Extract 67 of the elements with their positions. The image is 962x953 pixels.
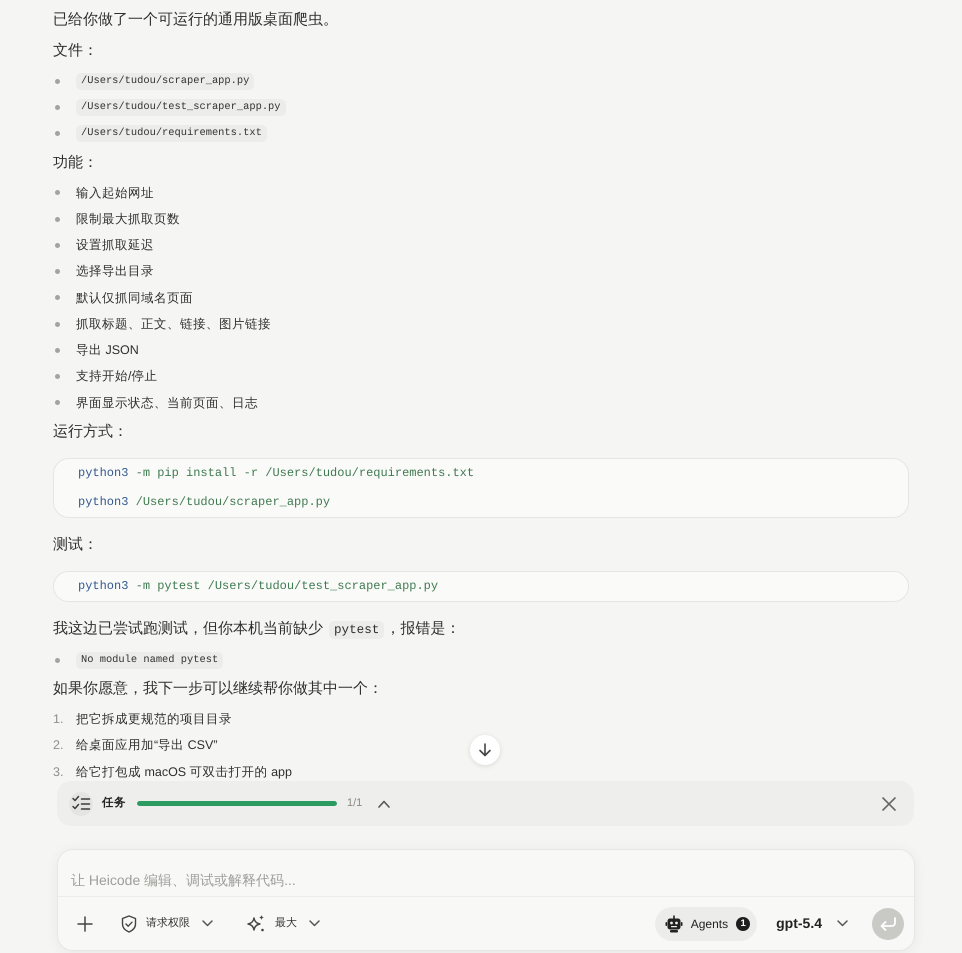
sparkle-icon [246,914,266,934]
bullet-icon [55,104,60,110]
bullet-icon [55,190,60,196]
count-badge: 1 [736,916,750,930]
arrow-down-icon [477,742,493,758]
list-item-text: 把它拆成更规范的项目目录 [76,711,232,728]
toolbar-dropdown[interactable]: 最大 [240,910,326,938]
inline-code: /Users/tudou/test_scraper_app.py [76,98,286,116]
bullet-icon [55,242,60,248]
plus-icon [77,916,93,932]
inline-code: No module named pytest [76,652,224,669]
message-paragraph: 已给你做了一个可运行的通用版桌面爬虫。 [53,10,339,30]
bullet-icon [55,216,60,222]
checklist-icon [69,792,93,816]
list-item-text: 设置抓取延迟 [76,237,154,254]
message-paragraph: 文件： [53,41,99,61]
bullet-icon [55,131,60,136]
inline-code: /Users/tudou/scraper_app.py [76,72,254,90]
message-input[interactable]: 让 Heicode 编辑、调试或解释代码... [58,850,914,897]
list-number: 3. [53,764,64,780]
bullet-icon [55,348,60,353]
list-item-text: 限制最大抓取页数 [76,210,180,228]
list-item-text: 导出 JSON [76,342,139,359]
bullet-icon [55,322,60,327]
message-paragraph: 如果你愿意，我下一步可以继续帮你做其中一个： [53,679,384,700]
robot-icon [664,914,683,932]
message-composer[interactable]: 让 Heicode 编辑、调试或解释代码... 请求权限 最大 Agents 1 gpt-5.4 [57,849,915,951]
bullet-icon [55,374,60,380]
list-item-text: 支持开始/停止 [76,368,158,386]
list-item-text: 输入起始网址 [76,184,154,202]
inline-code: /Users/tudou/requirements.txt [76,125,267,142]
scroll-down-button[interactable] [470,735,500,765]
bullet-icon [55,400,60,406]
close-button[interactable] [882,796,896,810]
code-line: python3 /Users/tudou/scraper_app.py [78,494,332,511]
list-number: 1. [53,711,64,728]
message-paragraph: 测试： [53,535,99,555]
list-item-text: 选择导出目录 [76,263,154,280]
list-item-text: 给桌面应用加“导出 CSV” [76,737,218,754]
bullet-icon [55,78,60,84]
list-item-text: 给它打包成 macOS 可双击打开的 app [76,764,292,781]
bullet-icon [55,269,60,274]
bullet-icon [55,658,60,663]
list-number: 2. [53,737,64,754]
list-item-text: 抓取标题、正文、链接、图片链接 [76,316,271,333]
agents-button[interactable]: Agents 1 [654,906,758,940]
message-paragraph: 我这边已尝试跑测试，但你本机当前缺少 pytest ，报错是： [53,619,462,640]
message-paragraph: 功能： [53,152,99,173]
code-line: python3 -m pytest /Users/tudou/test_scraper_app.py [78,578,440,595]
list-item-text: 界面显示状态、当前页面、日志 [76,394,258,412]
return-icon [879,916,897,930]
chevron-down-icon [309,920,320,927]
model-selector[interactable]: gpt-5.4 [776,909,848,938]
chevron-down-icon [837,920,848,927]
code-line: python3 -m pip install -r /Users/tudou/requirements.txt [78,465,476,482]
chevron-down-icon [202,920,213,927]
task-label: 任务 [102,796,126,811]
message-paragraph: 运行方式： [53,422,129,442]
bullet-icon [55,295,60,300]
task-count: 1/1 [347,796,362,812]
expand-button[interactable] [378,800,390,808]
caret-up-icon [378,800,390,808]
toolbar-dropdown[interactable]: 请求权限 [115,910,219,936]
shield-check-icon [121,914,137,932]
close-icon [882,796,896,810]
list-item-text: 默认仅抓同域名页面 [76,290,193,306]
inline-code: pytest [329,621,384,639]
